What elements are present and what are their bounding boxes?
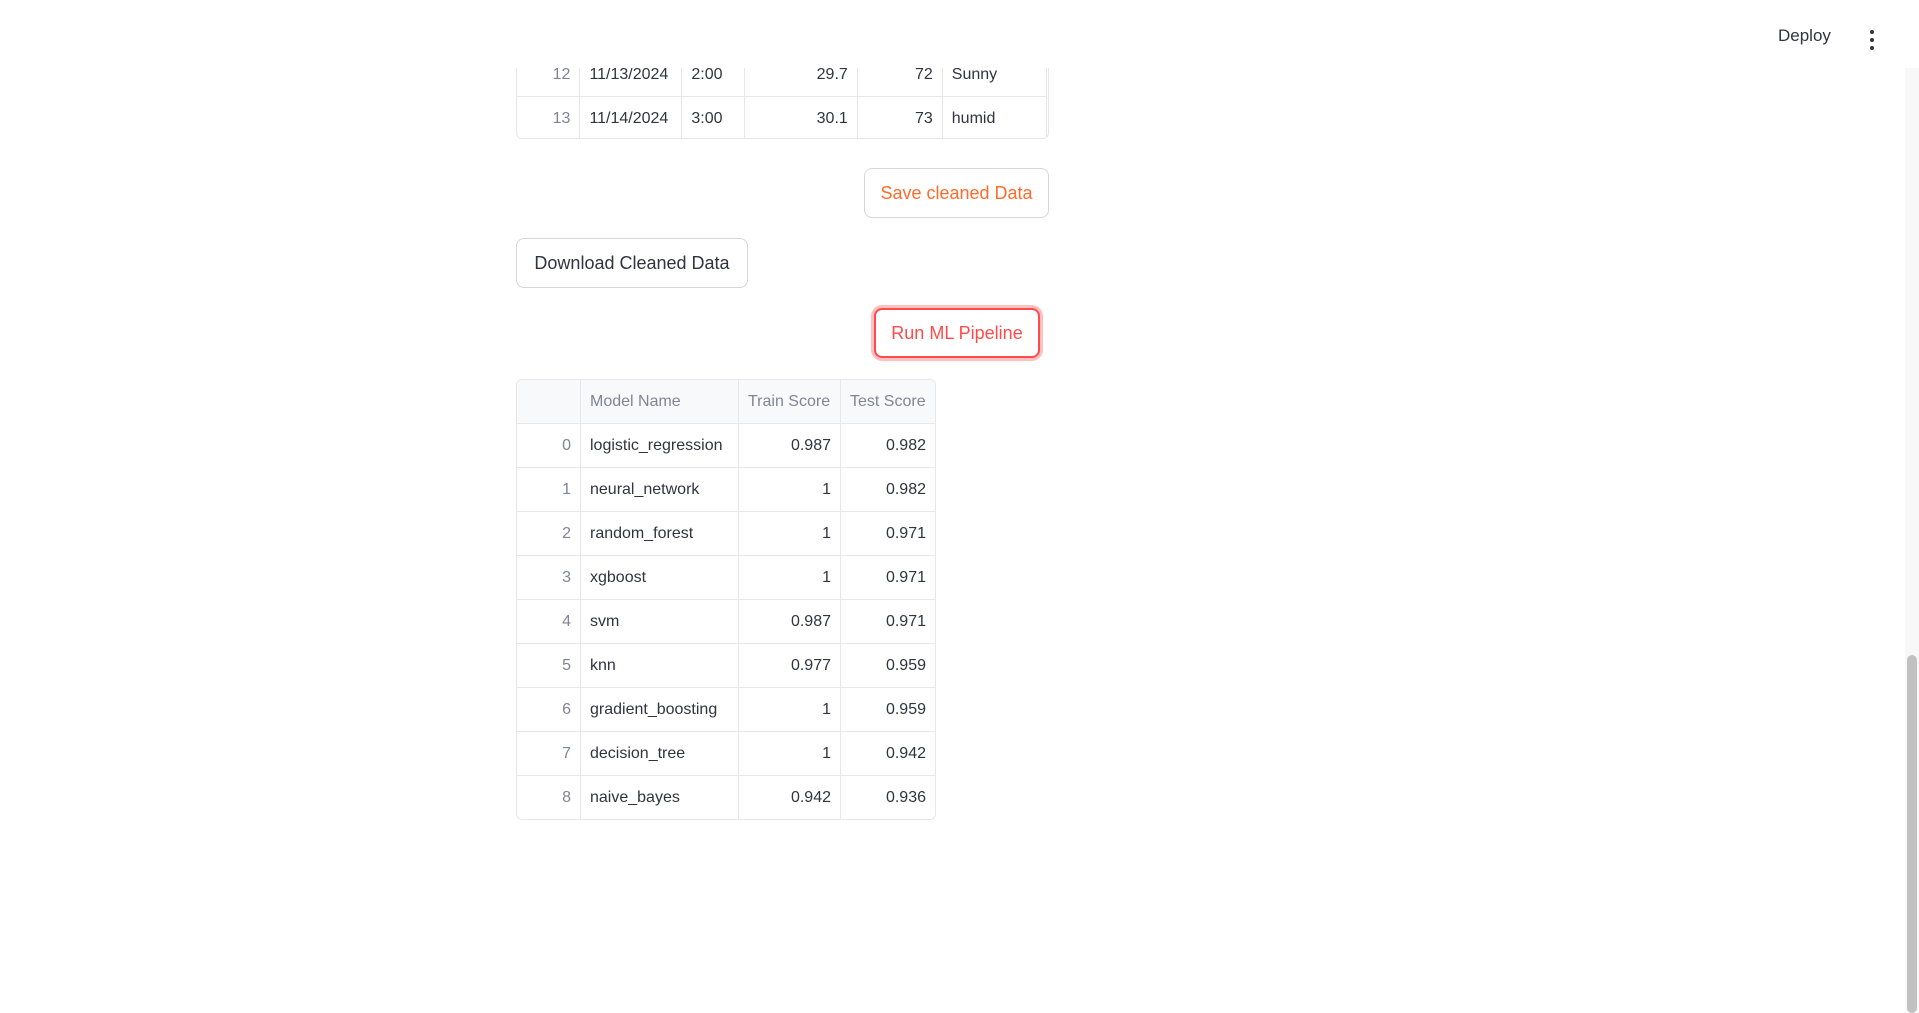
- model-name-cell[interactable]: gradient_boosting: [580, 687, 739, 732]
- test-score-cell[interactable]: 0.942: [840, 731, 935, 776]
- table-row[interactable]: 0 logistic_regression 0.987 0.982: [517, 423, 935, 468]
- condition-cell[interactable]: humid: [941, 96, 1048, 138]
- test-score-cell[interactable]: 0.971: [840, 599, 935, 644]
- model-results-table[interactable]: Model Name Train Score Test Score 0 logi…: [516, 379, 936, 820]
- model-results-grid: Model Name Train Score Test Score 0 logi…: [517, 380, 935, 819]
- table-row[interactable]: 2 random_forest 1 0.971: [517, 511, 935, 556]
- test-score-cell[interactable]: 0.982: [840, 467, 935, 512]
- row-index: 13: [517, 96, 581, 138]
- train-score-cell[interactable]: 0.977: [738, 643, 841, 688]
- time-cell[interactable]: 3:00: [681, 96, 746, 138]
- train-score-cell[interactable]: 1: [738, 467, 841, 512]
- test-score-cell[interactable]: 0.982: [840, 423, 935, 468]
- model-name-cell[interactable]: random_forest: [580, 511, 739, 556]
- row-index: 4: [517, 599, 581, 644]
- temp-cell[interactable]: 30.1: [744, 96, 858, 138]
- app-header: Deploy: [0, 0, 1919, 68]
- row-index: 1: [517, 467, 581, 512]
- run-ml-pipeline-button[interactable]: Run ML Pipeline: [874, 308, 1040, 358]
- deploy-button[interactable]: Deploy: [1778, 26, 1831, 46]
- date-cell[interactable]: 11/14/2024: [579, 96, 683, 138]
- model-name-cell[interactable]: naive_bayes: [580, 775, 739, 819]
- model-name-cell[interactable]: neural_network: [580, 467, 739, 512]
- table-row[interactable]: 5 knn 0.977 0.959: [517, 643, 935, 688]
- menu-dot: [1870, 46, 1874, 50]
- table-row[interactable]: 13 11/14/2024 3:00 30.1 73 humid: [517, 96, 1048, 138]
- row-index: 7: [517, 731, 581, 776]
- app-root: 12 11/13/2024 2:00 29.7 72 Sunny 13 11/1…: [0, 0, 1919, 1013]
- model-name-cell[interactable]: decision_tree: [580, 731, 739, 776]
- train-score-header[interactable]: Train Score: [738, 380, 841, 424]
- model-name-cell[interactable]: svm: [580, 599, 739, 644]
- test-score-cell[interactable]: 0.971: [840, 555, 935, 600]
- model-name-header[interactable]: Model Name: [580, 380, 739, 424]
- test-score-header[interactable]: Test Score: [840, 380, 935, 424]
- table-row[interactable]: 6 gradient_boosting 1 0.959: [517, 687, 935, 732]
- table-row[interactable]: 3 xgboost 1 0.971: [517, 555, 935, 600]
- test-score-cell[interactable]: 0.959: [840, 643, 935, 688]
- model-name-cell[interactable]: logistic_regression: [580, 423, 739, 468]
- row-index: 6: [517, 687, 581, 732]
- row-index: 2: [517, 511, 581, 556]
- humidity-cell[interactable]: 73: [856, 96, 943, 138]
- kebab-menu-icon[interactable]: [1862, 26, 1882, 54]
- model-name-cell[interactable]: xgboost: [580, 555, 739, 600]
- train-score-cell[interactable]: 1: [738, 555, 841, 600]
- index-header[interactable]: [517, 380, 581, 424]
- train-score-cell[interactable]: 0.987: [738, 599, 841, 644]
- table-row[interactable]: 4 svm 0.987 0.971: [517, 599, 935, 644]
- train-score-cell[interactable]: 1: [738, 731, 841, 776]
- test-score-cell[interactable]: 0.936: [840, 775, 935, 819]
- row-index: 3: [517, 555, 581, 600]
- table-header-row: Model Name Train Score Test Score: [517, 380, 935, 424]
- train-score-cell[interactable]: 1: [738, 687, 841, 732]
- scrollbar-thumb[interactable]: [1907, 655, 1917, 1013]
- row-index: 0: [517, 423, 581, 468]
- test-score-cell[interactable]: 0.971: [840, 511, 935, 556]
- menu-dot: [1870, 38, 1874, 42]
- row-index: 5: [517, 643, 581, 688]
- train-score-cell[interactable]: 0.942: [738, 775, 841, 819]
- model-name-cell[interactable]: knn: [580, 643, 739, 688]
- table-row[interactable]: 8 naive_bayes 0.942 0.936: [517, 775, 935, 819]
- train-score-cell[interactable]: 0.987: [738, 423, 841, 468]
- download-cleaned-data-button[interactable]: Download Cleaned Data: [516, 238, 748, 288]
- row-index: 8: [517, 775, 581, 819]
- table-row[interactable]: 7 decision_tree 1 0.942: [517, 731, 935, 776]
- train-score-cell[interactable]: 1: [738, 511, 841, 556]
- menu-dot: [1870, 30, 1874, 34]
- test-score-cell[interactable]: 0.959: [840, 687, 935, 732]
- save-cleaned-data-button[interactable]: Save cleaned Data: [864, 168, 1049, 218]
- table-row[interactable]: 1 neural_network 1 0.982: [517, 467, 935, 512]
